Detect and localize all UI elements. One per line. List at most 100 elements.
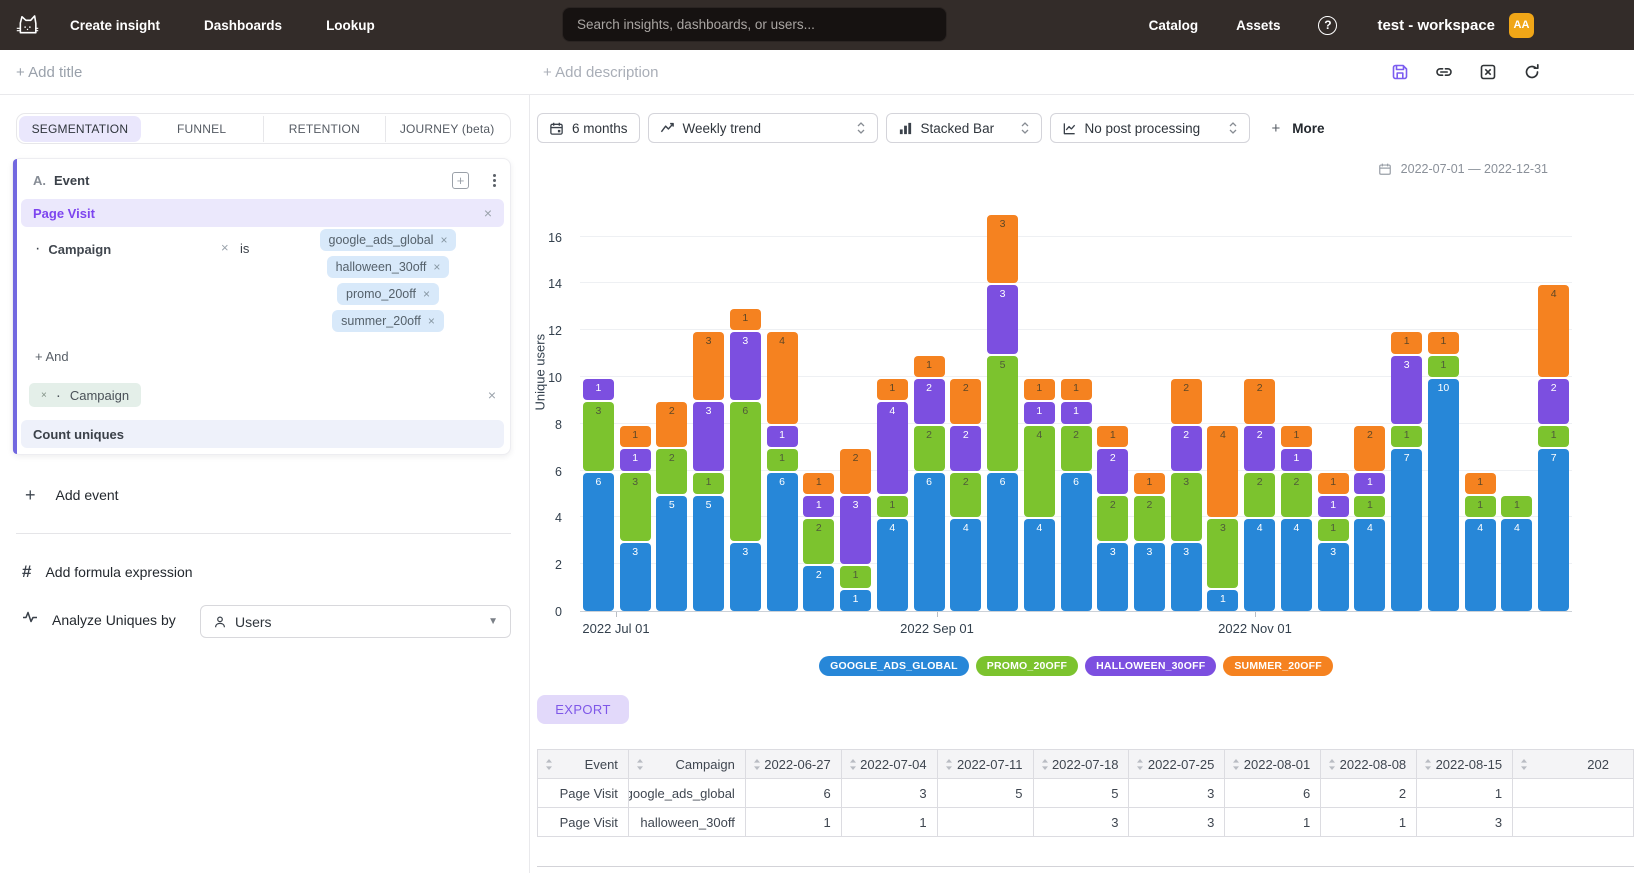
legend-pill-halloween_30off[interactable]: HALLOWEEN_30OFF (1085, 656, 1216, 676)
tab-retention[interactable]: RETENTION (264, 116, 387, 142)
bar-segment-summer_20off[interactable]: 1 (1428, 332, 1459, 353)
bar-segment-promo_20off[interactable]: 2 (1281, 473, 1312, 518)
bar-segment-promo_20off[interactable]: 5 (987, 356, 1018, 471)
bar-segment-summer_20off[interactable]: 2 (1354, 426, 1385, 471)
bar-segment-summer_20off[interactable]: 1 (730, 309, 761, 330)
export-button[interactable]: EXPORT (537, 695, 629, 724)
sort-icon[interactable] (1041, 758, 1049, 771)
save-icon[interactable] (1390, 62, 1410, 82)
add-formula-button[interactable]: # Add formula expression (22, 562, 193, 582)
bar-segment-google_ads_global[interactable]: 4 (1024, 519, 1055, 611)
bar-segment-google_ads_global[interactable]: 1 (840, 590, 871, 611)
duplicate-event-icon[interactable]: + (452, 172, 469, 189)
bar-segment-promo_20off[interactable]: 1 (693, 473, 724, 494)
table-row[interactable]: Page Visithalloween_30off1133113 (538, 808, 1634, 837)
bar-segment-google_ads_global[interactable]: 3 (1318, 543, 1349, 611)
bar-segment-google_ads_global[interactable]: 2 (803, 566, 834, 611)
bar-segment-promo_20off[interactable]: 1 (1354, 496, 1385, 517)
bar-segment-summer_20off[interactable]: 4 (1207, 426, 1238, 518)
bar-segment-summer_20off[interactable]: 2 (1171, 379, 1202, 424)
bar-segment-promo_20off[interactable]: 2 (1244, 473, 1275, 518)
bar-segment-promo_20off[interactable]: 1 (1391, 426, 1422, 447)
analyze-by-select[interactable]: Users ▼ (200, 605, 511, 638)
refresh-icon[interactable] (1522, 62, 1542, 82)
bar-segment-google_ads_global[interactable]: 6 (987, 473, 1018, 611)
bar-segment-promo_20off[interactable]: 1 (1538, 426, 1569, 447)
trend-select[interactable]: Weekly trend (648, 113, 878, 143)
aggregation-selector[interactable]: Count uniques (21, 420, 504, 448)
bar-segment-summer_20off[interactable]: 2 (1244, 379, 1275, 424)
bar-segment-promo_20off[interactable]: 1 (1318, 519, 1349, 540)
bar-segment-google_ads_global[interactable]: 7 (1391, 449, 1422, 611)
chip-remove-icon[interactable]: × (433, 260, 440, 274)
add-and-filter-button[interactable]: + And (35, 349, 69, 364)
bar-segment-halloween_30off[interactable]: 1 (1061, 402, 1092, 423)
bar-segment-google_ads_global[interactable]: 10 (1428, 379, 1459, 611)
bar-segment-halloween_30off[interactable]: 3 (987, 285, 1018, 353)
bar-segment-google_ads_global[interactable]: 3 (620, 543, 651, 611)
bar-segment-promo_20off[interactable]: 2 (803, 519, 834, 564)
bar-segment-promo_20off[interactable]: 2 (1134, 496, 1165, 541)
breakdown-x-icon[interactable]: × (41, 390, 47, 401)
bar-segment-summer_20off[interactable]: 1 (1281, 426, 1312, 447)
bar-segment-summer_20off[interactable]: 1 (914, 356, 945, 377)
more-button[interactable]: + More (1272, 120, 1325, 137)
bar-segment-summer_20off[interactable]: 1 (620, 426, 651, 447)
bar-segment-summer_20off[interactable]: 4 (767, 332, 798, 424)
sort-icon[interactable] (545, 758, 553, 771)
sort-icon[interactable] (1232, 758, 1240, 771)
breakdown-chip[interactable]: × · Campaign (29, 383, 141, 407)
help-icon[interactable]: ? (1318, 16, 1337, 35)
event-selector[interactable]: Page Visit × (21, 199, 504, 227)
legend-pill-summer_20off[interactable]: SUMMER_20OFF (1223, 656, 1333, 676)
bar-segment-halloween_30off[interactable]: 1 (767, 426, 798, 447)
bar-segment-google_ads_global[interactable]: 7 (1538, 449, 1569, 611)
legend-pill-promo_20off[interactable]: PROMO_20OFF (976, 656, 1078, 676)
bar-segment-google_ads_global[interactable]: 4 (1244, 519, 1275, 611)
chart-type-select[interactable]: Stacked Bar (886, 113, 1042, 143)
bar-segment-halloween_30off[interactable]: 3 (840, 496, 871, 564)
bar-segment-promo_20off[interactable]: 4 (1024, 426, 1055, 518)
bar-segment-summer_20off[interactable]: 3 (987, 215, 1018, 283)
bar-segment-google_ads_global[interactable]: 1 (1207, 590, 1238, 611)
bar-segment-halloween_30off[interactable]: 1 (620, 449, 651, 470)
bar-segment-promo_20off[interactable]: 1 (877, 496, 908, 517)
nav-item-dashboards[interactable]: Dashboards (204, 18, 282, 33)
remove-breakdown-icon[interactable]: × (488, 387, 496, 403)
bar-segment-summer_20off[interactable]: 2 (656, 402, 687, 447)
bar-segment-promo_20off[interactable]: 1 (1501, 496, 1532, 517)
date-range-button[interactable]: 6 months (537, 113, 640, 143)
remove-filter-icon[interactable]: × (221, 240, 229, 255)
nav-item-catalog[interactable]: Catalog (1149, 18, 1199, 33)
bar-segment-promo_20off[interactable]: 1 (840, 566, 871, 587)
bar-segment-summer_20off[interactable]: 1 (1318, 473, 1349, 494)
bar-segment-promo_20off[interactable]: 1 (1465, 496, 1496, 517)
post-processing-select[interactable]: No post processing (1050, 113, 1250, 143)
bar-segment-halloween_30off[interactable]: 3 (693, 402, 724, 470)
workspace-name[interactable]: test - workspace (1377, 17, 1495, 34)
sort-icon[interactable] (945, 758, 953, 771)
nav-item-create-insight[interactable]: Create insight (70, 18, 160, 33)
filter-property[interactable]: · Campaign (35, 240, 111, 258)
filter-operator[interactable]: is (240, 241, 249, 256)
sort-icon[interactable] (753, 758, 761, 771)
sort-icon[interactable] (1520, 758, 1528, 771)
bar-segment-halloween_30off[interactable]: 1 (803, 496, 834, 517)
bar-segment-summer_20off[interactable]: 1 (1097, 426, 1128, 447)
cat-logo-icon[interactable] (10, 8, 44, 42)
bar-segment-summer_20off[interactable]: 1 (1061, 379, 1092, 400)
bar-segment-halloween_30off[interactable]: 1 (1281, 449, 1312, 470)
bar-segment-promo_20off[interactable]: 3 (1207, 519, 1238, 587)
bar-segment-google_ads_global[interactable]: 5 (693, 496, 724, 611)
bar-segment-google_ads_global[interactable]: 4 (950, 519, 981, 611)
bar-segment-halloween_30off[interactable]: 3 (1391, 356, 1422, 424)
remove-event-icon[interactable]: × (484, 205, 492, 221)
bar-segment-promo_20off[interactable]: 2 (1097, 496, 1128, 541)
bar-segment-google_ads_global[interactable]: 6 (914, 473, 945, 611)
table-row[interactable]: Page Visitgoogle_ads_global63553621 (538, 779, 1634, 808)
bar-segment-google_ads_global[interactable]: 3 (1097, 543, 1128, 611)
tab-segmentation[interactable]: SEGMENTATION (19, 116, 141, 142)
bar-segment-promo_20off[interactable]: 2 (656, 449, 687, 494)
chip-remove-icon[interactable]: × (440, 233, 447, 247)
filter-value-chip[interactable]: halloween_30off× (327, 256, 450, 278)
